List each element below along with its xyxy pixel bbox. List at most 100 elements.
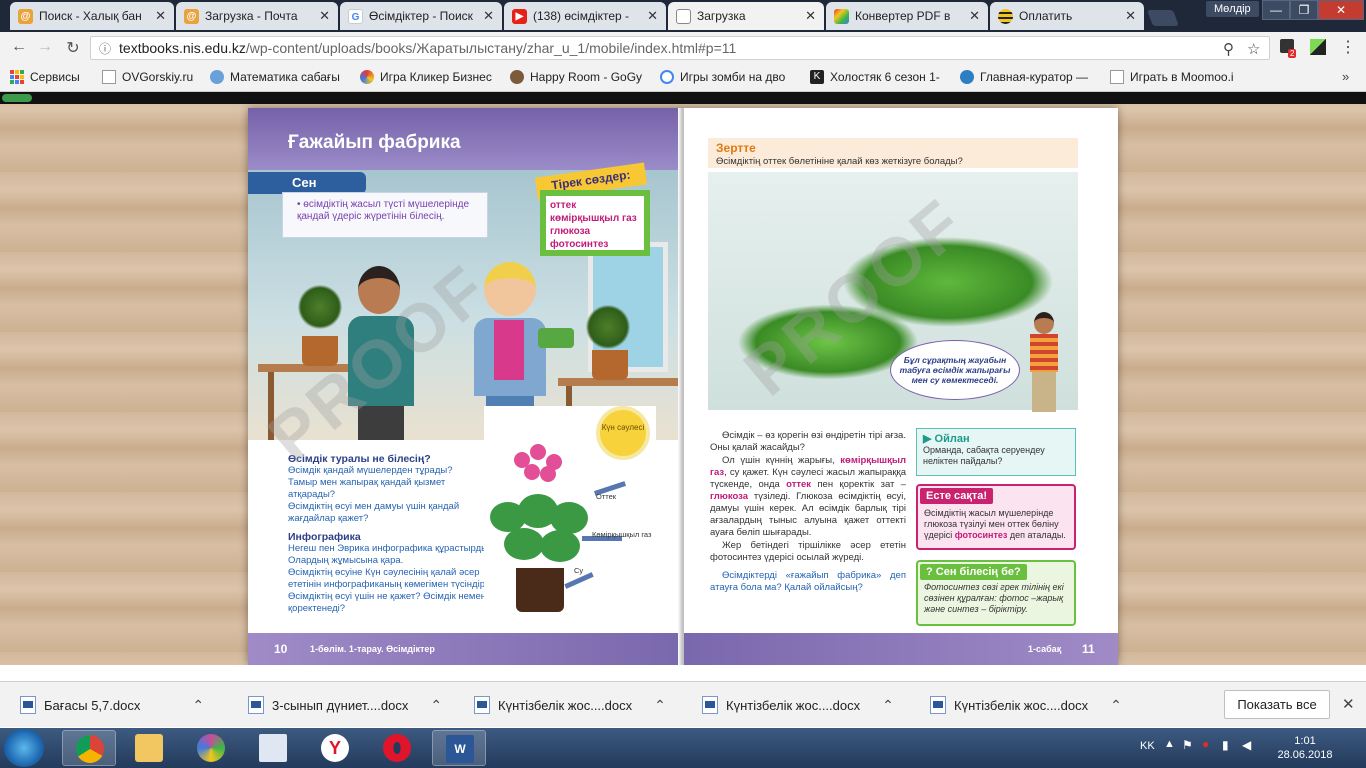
apps-grid-icon (10, 70, 24, 84)
right-page[interactable]: Зертте Өсімдіктің оттек бөлетініне қалай… (684, 108, 1118, 665)
bookmark-label: Игры зомби на дво (680, 70, 786, 84)
start-button[interactable] (4, 729, 44, 767)
key-terms-box: оттек көмірқышқыл газ глюкоза фотосинтез (540, 190, 650, 256)
download-item[interactable]: 3-сынып дүниет....docx ⌃ (248, 682, 442, 728)
water-label: Су (574, 566, 584, 575)
tab-label: Конвертер PDF в (855, 9, 951, 23)
taskbar-opera[interactable] (370, 730, 424, 766)
bookmark-label: Игра Кликер Бизнес (380, 70, 492, 84)
boy-head (1034, 312, 1054, 334)
tab-pdf-converter[interactable]: Конвертер PDF в ✕ (826, 2, 988, 30)
speech-bubble-text: Бұл сұрақтың жауабын табуға өсімдік жапы… (899, 355, 1011, 385)
tab-active-upload[interactable]: Загрузка ✕ (668, 2, 824, 30)
footer-text: 1-бөлім. 1-тарау. Өсімдіктер (310, 644, 435, 654)
download-filename: Күнтізбелік жос....docx (954, 697, 1089, 713)
close-icon[interactable]: ✕ (155, 8, 166, 24)
bookmark-moomoo[interactable]: Играть в Moomoo.i (1110, 70, 1242, 84)
bookmark-apps[interactable]: Сервисы (10, 70, 80, 84)
bookmark-curator[interactable]: Главная-куратор — (960, 70, 1098, 84)
bookmark-math[interactable]: Математика сабағы (210, 70, 348, 84)
download-item[interactable]: Күнтізбелік жос....docx ⌃ (702, 682, 894, 728)
pot-illustration (516, 568, 564, 612)
tab-search-halyk[interactable]: @ Поиск - Халық бан ✕ (10, 2, 174, 30)
taskbar-explorer[interactable] (122, 730, 176, 766)
zoom-search-icon[interactable]: ⚲ (1223, 40, 1234, 58)
download-item[interactable]: Күнтізбелік жос....docx ⌃ (474, 682, 666, 728)
window-user-badge[interactable]: Мөлдір (1206, 1, 1259, 17)
close-icon[interactable]: ✕ (483, 8, 494, 24)
think-title: Ойлан (934, 433, 970, 445)
close-icon[interactable]: ✕ (1342, 695, 1355, 713)
globe-icon (960, 70, 974, 84)
back-arrow-icon[interactable]: ← (8, 38, 30, 56)
infographic-heading: Инфографика (288, 531, 361, 543)
infographic-line: Өсімдіктің өсуі үшін не қажет? Өсімдік н… (288, 591, 486, 614)
taskbar-paint[interactable] (184, 730, 238, 766)
tab-label: Өсімдіктер - Поиск (369, 9, 473, 23)
textbook-spread[interactable]: Ғажайып фабрика Сен • өсімдіктің жасыл т… (248, 108, 1118, 665)
infographic-line: Өсімдіктің өсуіне Күн сәулесінің қалай ә… (288, 567, 488, 590)
close-icon[interactable]: ✕ (969, 8, 980, 24)
tab-payment[interactable]: Оплатить ✕ (990, 2, 1144, 30)
flag-icon[interactable]: ⚑ (1182, 738, 1193, 752)
new-tab-button[interactable] (1147, 10, 1179, 26)
chevron-up-icon[interactable]: ⌃ (1110, 697, 1122, 714)
chevron-up-icon[interactable]: ⌃ (654, 697, 666, 714)
bookmark-label: Математика сабағы (230, 70, 340, 84)
bookmark-zombie-games[interactable]: Игры зомби на дво (660, 70, 796, 84)
volume-icon[interactable]: ◀ (1242, 738, 1251, 752)
close-icon[interactable]: ✕ (805, 8, 816, 24)
close-icon[interactable]: ✕ (647, 8, 658, 24)
taskbar-yandex[interactable]: Y (308, 730, 362, 766)
bookmark-clicker-game[interactable]: Игра Кликер Бизнес (360, 70, 498, 84)
taskbar-word[interactable]: W (432, 730, 486, 766)
page-number: 10 (274, 642, 288, 656)
main-body-text: Өсімдік – өз қорегін өзі өндіретін тірі … (710, 430, 906, 595)
chevron-up-icon[interactable]: ⌃ (882, 697, 894, 714)
maximize-button[interactable]: ❐ (1290, 0, 1318, 20)
viewer-logo[interactable] (2, 94, 32, 102)
bookmark-bachelor[interactable]: K Холостяк 6 сезон 1- (810, 70, 946, 84)
info-icon[interactable]: ⓘ (99, 40, 111, 57)
close-icon[interactable]: ✕ (1125, 8, 1136, 24)
speech-bubble: Бұл сұрақтың жауабын табуға өсімдік жапы… (890, 340, 1020, 400)
extension-icon[interactable] (1310, 39, 1326, 55)
word-doc-icon (474, 696, 490, 714)
chevron-up-icon[interactable]: ⌃ (430, 697, 442, 714)
download-item[interactable]: Күнтізбелік жос....docx ⌃ (930, 682, 1122, 728)
remember-text: Өсімдіктің жасыл мүшелерінде глюкоза түз… (924, 508, 1068, 541)
window-close-button[interactable]: ✕ (1318, 0, 1364, 20)
leaf-illustration (504, 528, 544, 560)
tray-expand-icon[interactable]: ▲ (1164, 738, 1175, 750)
url-path: /wp-content/uploads/books/Жаратылыстану/… (245, 40, 737, 56)
body-paragraph: Ол үшін күннің жарығы, көмірқышқыл газ, … (710, 455, 906, 539)
bookmark-happy-room[interactable]: Happy Room - GoGy (510, 70, 646, 84)
tab-google-search[interactable]: G Өсімдіктер - Поиск ✕ (340, 2, 502, 30)
taskbar-notepad[interactable] (246, 730, 300, 766)
bookmark-star-icon[interactable]: ☆ (1247, 40, 1260, 58)
minimize-button[interactable]: — (1262, 0, 1290, 20)
system-clock[interactable]: 1:01 28.06.2018 (1270, 734, 1340, 762)
taskbar-chrome[interactable] (62, 730, 116, 766)
show-all-downloads-button[interactable]: Показать все (1224, 690, 1330, 719)
reload-icon[interactable]: ↻ (62, 38, 84, 58)
tab-mail-upload[interactable]: @ Загрузка - Почта ✕ (176, 2, 338, 30)
bookmarks-overflow-icon[interactable]: » (1342, 69, 1349, 84)
chevron-up-icon[interactable]: ⌃ (192, 697, 204, 714)
flower-illustration (530, 444, 546, 460)
chrome-icon (76, 735, 104, 763)
girl-shirt (494, 320, 524, 380)
forward-arrow-icon[interactable]: → (34, 38, 56, 56)
keyword: оттек (786, 479, 812, 490)
language-indicator[interactable]: KK (1140, 740, 1155, 752)
antivirus-icon[interactable]: ● (1202, 737, 1209, 751)
downloads-bar: Бағасы 5,7.docx ⌃ 3-сынып дүниет....docx… (0, 681, 1366, 727)
address-bar[interactable]: ⓘ textbooks.nis.edu.kz /wp-content/uploa… (90, 36, 1270, 60)
network-icon[interactable]: ▮ (1222, 738, 1229, 752)
bookmark-ovgorskiy[interactable]: OVGorskiy.ru (102, 70, 202, 84)
left-page[interactable]: Ғажайып фабрика Сен • өсімдіктің жасыл т… (248, 108, 682, 665)
menu-kebab-icon[interactable]: ⋮ (1340, 37, 1356, 57)
close-icon[interactable]: ✕ (319, 8, 330, 24)
tab-youtube[interactable]: ▶ (138) өсімдіктер - ✕ (504, 2, 666, 30)
download-item[interactable]: Бағасы 5,7.docx ⌃ (20, 682, 204, 728)
